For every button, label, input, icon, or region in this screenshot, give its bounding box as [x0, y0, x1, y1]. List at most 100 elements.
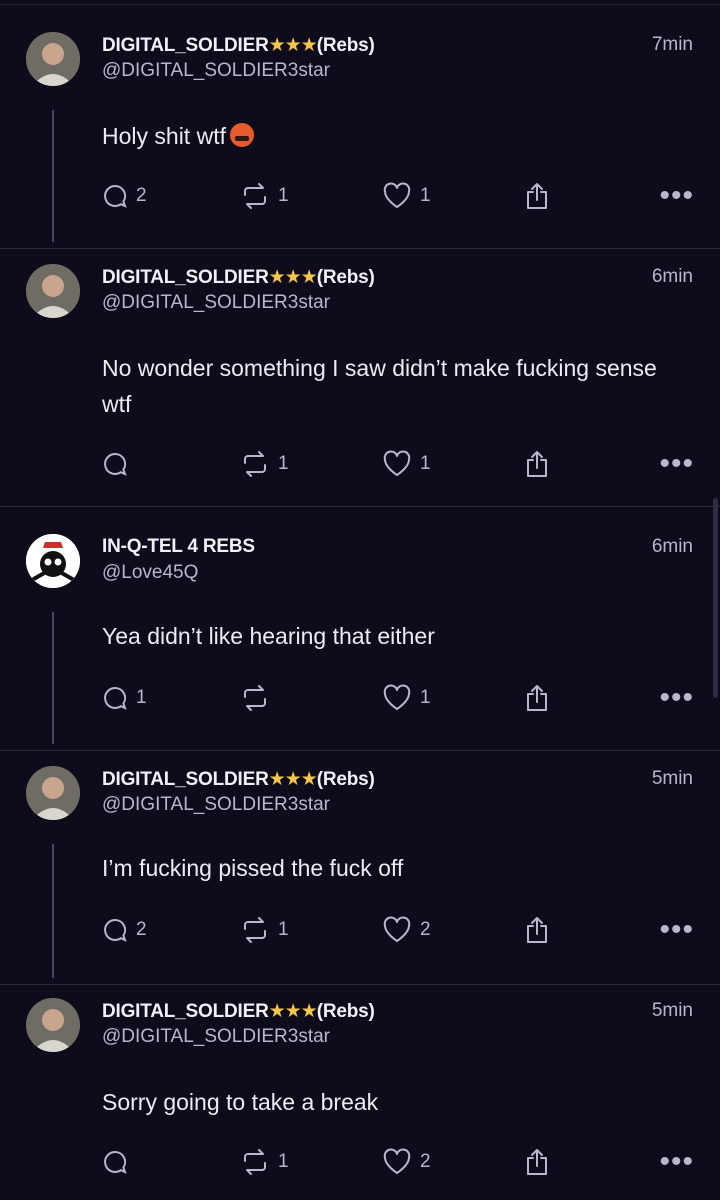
repost-icon	[244, 685, 266, 711]
post[interactable]: DIGITAL_SOLDIER★★★(Rebs) @DIGITAL_SOLDIE…	[0, 766, 720, 980]
user-handle[interactable]: @DIGITAL_SOLDIER3star	[102, 1026, 330, 1048]
like-count: 1	[420, 453, 431, 474]
user-handle[interactable]: @DIGITAL_SOLDIER3star	[102, 292, 330, 314]
post-time: 5min	[651, 768, 693, 789]
more-options-icon[interactable]: •••	[659, 683, 694, 713]
reply-icon	[104, 686, 127, 710]
avatar[interactable]	[26, 998, 80, 1052]
reply-icon	[104, 1150, 127, 1174]
share-icon	[527, 183, 547, 209]
heart-icon	[383, 182, 411, 208]
avatar[interactable]	[26, 766, 80, 820]
repost-icon	[244, 1149, 266, 1175]
star-badges: ★★★	[268, 267, 318, 288]
share-icon	[527, 917, 547, 943]
reply-icon	[104, 918, 127, 942]
heart-icon	[383, 450, 411, 476]
user-handle[interactable]: @DIGITAL_SOLDIER3star	[102, 794, 330, 816]
post-actions: 1 1 •••	[0, 680, 720, 716]
reply-count: 2	[136, 919, 147, 940]
like-count: 2	[420, 919, 431, 940]
heart-icon	[383, 1148, 411, 1174]
repost-button[interactable]: 1	[240, 1144, 289, 1180]
user-handle[interactable]: @Love45Q	[102, 562, 198, 584]
reply-count: 1	[136, 687, 147, 708]
repost-button[interactable]: 1	[240, 178, 289, 214]
top-divider	[0, 4, 720, 5]
repost-count: 1	[278, 1151, 289, 1172]
user-handle[interactable]: @DIGITAL_SOLDIER3star	[102, 60, 330, 82]
more-options-icon[interactable]: •••	[659, 449, 694, 479]
repost-icon	[244, 183, 266, 209]
post-divider	[0, 248, 720, 249]
more-options-icon[interactable]: •••	[659, 181, 694, 211]
repost-icon	[244, 917, 266, 943]
like-button[interactable]: 1	[382, 178, 431, 214]
reply-icon	[104, 184, 127, 208]
post-text: Sorry going to take a break	[102, 1089, 379, 1115]
like-button[interactable]: 1	[382, 680, 431, 716]
star-badges: ★★★	[268, 769, 318, 790]
post-text: Yea didn’t like hearing that either	[102, 623, 435, 649]
like-button[interactable]: 1	[382, 446, 431, 482]
like-count: 1	[420, 687, 431, 708]
repost-count: 1	[278, 185, 289, 206]
thread-line	[52, 612, 54, 744]
repost-icon	[244, 451, 266, 477]
star-badges: ★★★	[268, 1001, 318, 1022]
heart-icon	[383, 684, 411, 710]
display-name[interactable]: DIGITAL_SOLDIER★★★(Rebs)	[102, 34, 375, 57]
share-icon	[527, 451, 547, 477]
avatar[interactable]	[26, 534, 80, 588]
like-button[interactable]: 2	[382, 1144, 431, 1180]
like-count: 2	[420, 1151, 431, 1172]
more-options-icon[interactable]: •••	[659, 915, 694, 945]
display-name[interactable]: DIGITAL_SOLDIER★★★(Rebs)	[102, 266, 375, 289]
repost-count: 1	[278, 919, 289, 940]
like-button[interactable]: 2	[382, 912, 431, 948]
share-button[interactable]	[524, 1144, 550, 1180]
reply-button[interactable]: 1	[102, 680, 147, 716]
repost-button[interactable]	[240, 680, 278, 716]
post-time: 5min	[651, 1000, 693, 1021]
post-time: 7min	[651, 34, 693, 55]
display-name[interactable]: DIGITAL_SOLDIER★★★(Rebs)	[102, 768, 375, 791]
heart-icon	[383, 916, 411, 942]
thread-line	[52, 110, 54, 242]
reply-icon	[104, 452, 127, 476]
avatar[interactable]	[26, 32, 80, 86]
post[interactable]: DIGITAL_SOLDIER★★★(Rebs) @DIGITAL_SOLDIE…	[0, 998, 720, 1200]
share-button[interactable]	[524, 912, 550, 948]
post-text: No wonder something I saw didn’t make fu…	[102, 355, 657, 417]
angry-face-emoji	[229, 123, 254, 147]
like-count: 1	[420, 185, 431, 206]
post[interactable]: IN-Q-TEL 4 REBS @Love45Q 6min Yea didn’t…	[0, 534, 720, 748]
avatar[interactable]	[26, 264, 80, 318]
share-button[interactable]	[524, 178, 550, 214]
post-actions: 2 1 1 •••	[0, 178, 720, 214]
scrollbar[interactable]	[713, 498, 718, 698]
more-options-icon[interactable]: •••	[659, 1147, 694, 1177]
share-button[interactable]	[524, 680, 550, 716]
display-name[interactable]: DIGITAL_SOLDIER★★★(Rebs)	[102, 1000, 375, 1023]
post-actions: 1 1 •••	[0, 446, 720, 482]
display-name[interactable]: IN-Q-TEL 4 REBS	[102, 536, 255, 558]
post-divider	[0, 984, 720, 985]
reply-button[interactable]: 2	[102, 178, 147, 214]
reply-button[interactable]	[102, 446, 136, 482]
post[interactable]: DIGITAL_SOLDIER★★★(Rebs) @DIGITAL_SOLDIE…	[0, 264, 720, 494]
repost-button[interactable]: 1	[240, 446, 289, 482]
post-time: 6min	[651, 536, 693, 557]
share-icon	[527, 1149, 547, 1175]
reply-count: 2	[136, 185, 147, 206]
repost-button[interactable]: 1	[240, 912, 289, 948]
post-divider	[0, 750, 720, 751]
repost-count: 1	[278, 453, 289, 474]
share-button[interactable]	[524, 446, 550, 482]
reply-button[interactable]: 2	[102, 912, 147, 948]
share-icon	[527, 685, 547, 711]
star-badges: ★★★	[268, 35, 318, 56]
post[interactable]: DIGITAL_SOLDIER★★★(Rebs) @DIGITAL_SOLDIE…	[0, 32, 720, 248]
post-time: 6min	[651, 266, 693, 287]
reply-button[interactable]	[102, 1144, 136, 1180]
